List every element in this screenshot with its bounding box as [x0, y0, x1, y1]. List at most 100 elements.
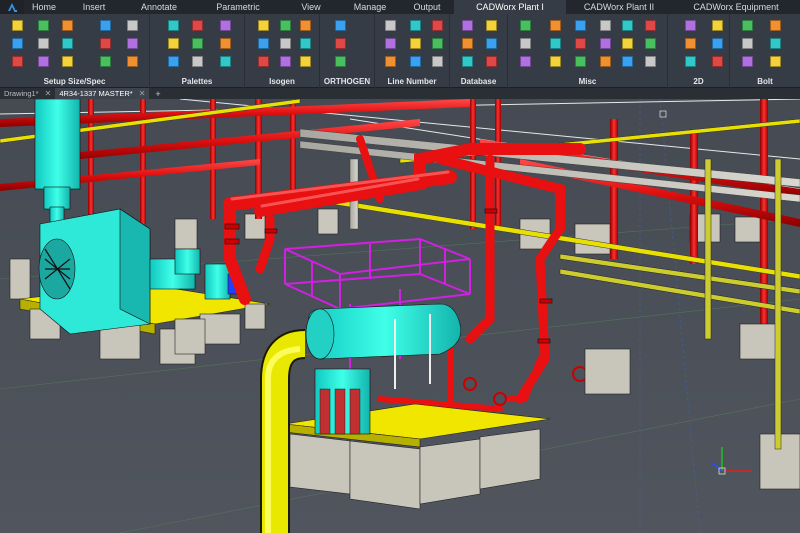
ribbon-tool-icon[interactable] [300, 20, 311, 31]
ribbon-tool-icon[interactable] [385, 38, 396, 49]
ribbon-tool-icon[interactable] [645, 56, 656, 67]
ribbon-tool-icon[interactable] [520, 20, 531, 31]
close-icon[interactable]: ✕ [45, 89, 52, 98]
ribbon-tool-icon[interactable] [335, 38, 346, 49]
ribbon-tool-icon[interactable] [62, 56, 73, 67]
ribbon-tool-icon[interactable] [770, 38, 781, 49]
ribbon-tool-icon[interactable] [600, 38, 611, 49]
ribbon-tool-icon[interactable] [712, 20, 723, 31]
ribbon-tool-icon[interactable] [62, 20, 73, 31]
ribbon-tool-icon[interactable] [622, 56, 633, 67]
tab-parametric[interactable]: Parametric [194, 0, 282, 14]
ribbon-tool-icon[interactable] [220, 20, 231, 31]
ribbon-tool-icon[interactable] [462, 56, 473, 67]
ribbon-tool-icon[interactable] [12, 20, 23, 31]
ribbon-tool-icon[interactable] [622, 20, 633, 31]
ribbon-tool-icon[interactable] [410, 56, 421, 67]
ribbon-tool-icon[interactable] [770, 56, 781, 67]
ribbon-tool-icon[interactable] [100, 20, 111, 31]
ribbon-tool-icon[interactable] [192, 38, 203, 49]
ribbon-tool-icon[interactable] [432, 56, 443, 67]
ribbon-tool-icon[interactable] [742, 56, 753, 67]
ribbon-tool-icon[interactable] [258, 20, 269, 31]
ribbon-tool-icon[interactable] [486, 38, 497, 49]
ribbon-tool-icon[interactable] [62, 38, 73, 49]
ribbon-tool-icon[interactable] [127, 38, 138, 49]
ribbon-tool-icon[interactable] [462, 20, 473, 31]
ribbon-tool-icon[interactable] [685, 56, 696, 67]
ribbon-tool-icon[interactable] [712, 56, 723, 67]
ribbon-tool-icon[interactable] [575, 38, 586, 49]
ribbon-tool-icon[interactable] [385, 20, 396, 31]
ribbon-tool-icon[interactable] [486, 20, 497, 31]
ribbon-tool-icon[interactable] [300, 56, 311, 67]
ribbon-tool-icon[interactable] [258, 56, 269, 67]
ribbon-tool-icon[interactable] [127, 20, 138, 31]
tab-insert[interactable]: Insert [64, 0, 124, 14]
tab-home[interactable]: Home [24, 0, 64, 14]
ribbon-tool-icon[interactable] [600, 20, 611, 31]
application-menu-button[interactable] [0, 0, 24, 14]
cad-window: Home Insert Annotate Parametric View Man… [0, 0, 800, 533]
ribbon-tool-icon[interactable] [622, 38, 633, 49]
ribbon-tool-icon[interactable] [600, 56, 611, 67]
doc-tab-drawing1[interactable]: Drawing1* ✕ [0, 88, 55, 99]
ribbon-tool-icon[interactable] [335, 56, 346, 67]
ribbon-tool-icon[interactable] [168, 38, 179, 49]
new-tab-button[interactable]: + [149, 89, 166, 99]
ribbon-tool-icon[interactable] [168, 20, 179, 31]
ribbon-tool-icon[interactable] [410, 38, 421, 49]
tab-view[interactable]: View [282, 0, 340, 14]
ribbon-tool-icon[interactable] [742, 38, 753, 49]
ribbon-tool-icon[interactable] [685, 38, 696, 49]
tab-cadworx-plant-2[interactable]: CADWorx Plant II [566, 0, 672, 14]
ribbon-tool-icon[interactable] [300, 38, 311, 49]
ribbon-tool-icon[interactable] [432, 38, 443, 49]
ribbon-tool-icon[interactable] [742, 20, 753, 31]
ribbon-tool-icon[interactable] [280, 38, 291, 49]
tab-cadworx-equipment[interactable]: CADWorx Equipment [672, 0, 800, 14]
ribbon-tool-icon[interactable] [280, 20, 291, 31]
ribbon-tool-icon[interactable] [38, 56, 49, 67]
doc-tab-master[interactable]: 4R34-1337 MASTER* ✕ [55, 88, 150, 99]
ribbon-tool-icon[interactable] [335, 20, 346, 31]
ribbon-tool-icon[interactable] [12, 38, 23, 49]
ribbon-tool-icon[interactable] [462, 38, 473, 49]
ribbon-tool-icon[interactable] [575, 20, 586, 31]
ribbon-tool-icon[interactable] [258, 38, 269, 49]
ribbon-tool-icon[interactable] [220, 38, 231, 49]
ribbon-tool-icon[interactable] [12, 56, 23, 67]
model-viewport[interactable] [0, 99, 800, 533]
tab-annotate[interactable]: Annotate [124, 0, 194, 14]
ribbon-tool-icon[interactable] [520, 38, 531, 49]
ribbon-tool-icon[interactable] [645, 38, 656, 49]
ribbon-tool-icon[interactable] [38, 38, 49, 49]
ribbon-tool-icon[interactable] [192, 20, 203, 31]
tab-manage[interactable]: Manage [340, 0, 400, 14]
close-icon[interactable]: ✕ [139, 89, 146, 98]
tab-cadworx-plant-1[interactable]: CADWorx Plant I [454, 0, 566, 14]
ribbon-tool-icon[interactable] [685, 20, 696, 31]
ribbon-tool-icon[interactable] [486, 56, 497, 67]
ribbon-tool-icon[interactable] [280, 56, 291, 67]
group-label-database: Database [460, 77, 497, 86]
ribbon-tool-icon[interactable] [550, 38, 561, 49]
ribbon-tool-icon[interactable] [770, 20, 781, 31]
ribbon-tool-icon[interactable] [410, 20, 421, 31]
tab-output[interactable]: Output [400, 0, 454, 14]
ribbon-tool-icon[interactable] [127, 56, 138, 67]
ribbon-tool-icon[interactable] [220, 56, 231, 67]
ribbon-tool-icon[interactable] [192, 56, 203, 67]
ribbon-tool-icon[interactable] [550, 56, 561, 67]
ribbon-tool-icon[interactable] [38, 20, 49, 31]
ribbon-tool-icon[interactable] [168, 56, 179, 67]
ribbon-tool-icon[interactable] [575, 56, 586, 67]
ribbon-tool-icon[interactable] [645, 20, 656, 31]
ribbon-tool-icon[interactable] [520, 56, 531, 67]
ribbon-tool-icon[interactable] [432, 20, 443, 31]
ribbon-tool-icon[interactable] [550, 20, 561, 31]
ribbon-tool-icon[interactable] [100, 38, 111, 49]
ribbon-tool-icon[interactable] [712, 38, 723, 49]
ribbon-tool-icon[interactable] [385, 56, 396, 67]
ribbon-tool-icon[interactable] [100, 56, 111, 67]
